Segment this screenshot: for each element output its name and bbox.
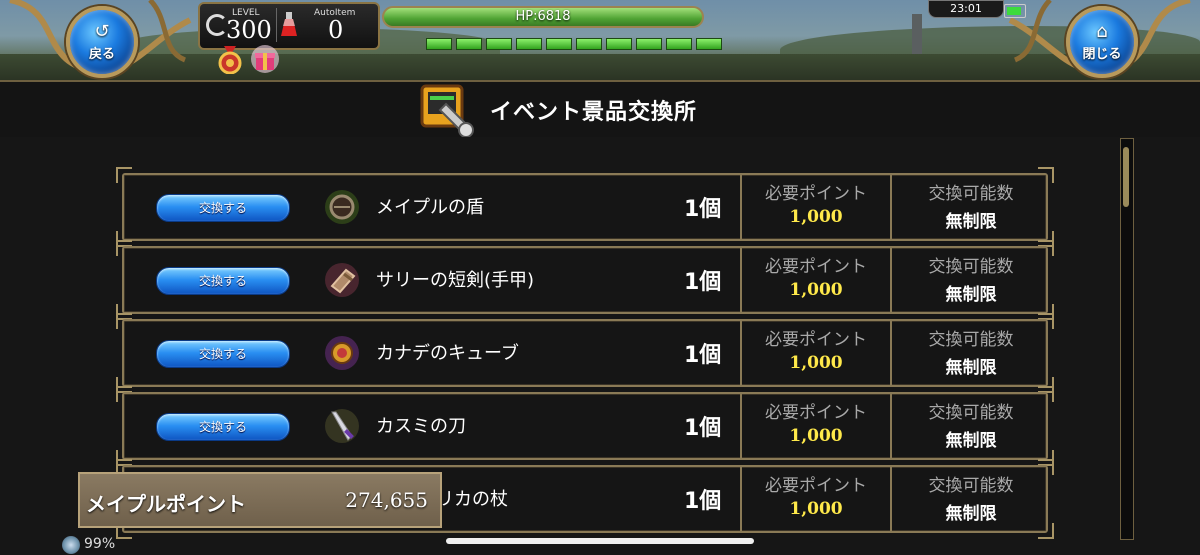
limit-cell: 交換可能数 無制限 <box>890 465 1050 533</box>
gauge-segment <box>516 38 542 50</box>
mp-segments <box>426 38 722 50</box>
limit-value: 無制限 <box>945 212 997 232</box>
top-hud: ↺ 戻る ⌂ 閉じる LEVEL 300 AutoItem 0 HP:6818 … <box>0 0 1200 80</box>
limit-value: 無制限 <box>945 358 997 378</box>
clock: 23:01 <box>928 0 1004 18</box>
limit-cell: 交換可能数 無制限 <box>890 173 1050 241</box>
hp-bar: HP:6818 <box>382 6 704 28</box>
percent-readout: 99% <box>84 536 116 552</box>
limit-value: 無制限 <box>945 285 997 305</box>
gauge-segment <box>606 38 632 50</box>
item-name: リカの杖 <box>436 489 508 510</box>
maple-points-label: メイプルポイント <box>86 492 246 516</box>
limit-header: 交換可能数 <box>928 403 1014 423</box>
item-name: カスミの刀 <box>376 416 466 437</box>
exchange-button[interactable]: 交換する <box>156 194 290 222</box>
scrollbar[interactable] <box>1120 138 1134 540</box>
stat-panel: LEVEL 300 AutoItem 0 <box>198 2 380 50</box>
gauge-segment <box>426 38 452 50</box>
divider <box>276 8 277 42</box>
medal-icon[interactable] <box>218 46 242 74</box>
limit-cell: 交換可能数 無制限 <box>890 392 1050 460</box>
limit-header: 交換可能数 <box>928 476 1014 496</box>
item-name: メイプルの盾 <box>376 197 484 218</box>
list-item: 交換する カスミの刀 1個 必要ポイント 1,000 交換可能数 無制限 <box>116 386 1054 466</box>
item-quantity: 1個 <box>684 489 722 514</box>
points-header: 必要ポイント <box>765 403 867 423</box>
close-button[interactable]: ⌂ 閉じる <box>1066 6 1138 78</box>
shield-icon <box>325 190 359 224</box>
back-button[interactable]: ↺ 戻る <box>66 6 138 78</box>
points-value: 1,000 <box>789 207 843 227</box>
autoitem-value: 0 <box>328 16 344 44</box>
list-item: 交換する カナデのキューブ 1個 必要ポイント 1,000 交換可能数 無制限 <box>116 313 1054 393</box>
item-quantity: 1個 <box>684 270 722 295</box>
points-value: 1,000 <box>789 499 843 519</box>
limit-header: 交換可能数 <box>928 184 1014 204</box>
exchange-button[interactable]: 交換する <box>156 267 290 295</box>
points-header: 必要ポイント <box>765 330 867 350</box>
exchange-shop-icon <box>420 84 474 138</box>
points-value: 1,000 <box>789 280 843 300</box>
gauge-segment <box>576 38 602 50</box>
points-cell: 必要ポイント 1,000 <box>740 465 890 533</box>
limit-header: 交換可能数 <box>928 330 1014 350</box>
points-value: 1,000 <box>789 353 843 373</box>
gauge-segment <box>456 38 482 50</box>
points-cell: 必要ポイント 1,000 <box>740 173 890 241</box>
limit-header: 交換可能数 <box>928 257 1014 277</box>
gauntlet-icon <box>325 263 359 297</box>
points-header: 必要ポイント <box>765 257 867 277</box>
gauge-segment <box>666 38 692 50</box>
points-header: 必要ポイント <box>765 476 867 496</box>
home-icon: ⌂ <box>1096 20 1108 42</box>
points-cell: 必要ポイント 1,000 <box>740 319 890 387</box>
level-icon <box>206 14 228 36</box>
exchange-button[interactable]: 交換する <box>156 340 290 368</box>
home-indicator[interactable] <box>446 538 754 544</box>
gauge-segment <box>546 38 572 50</box>
limit-cell: 交換可能数 無制限 <box>890 319 1050 387</box>
item-name: カナデのキューブ <box>376 343 519 364</box>
limit-value: 無制限 <box>945 504 997 524</box>
item-quantity: 1個 <box>684 416 722 441</box>
scrollbar-thumb[interactable] <box>1123 147 1129 207</box>
item-quantity: 1個 <box>684 343 722 368</box>
maple-points-box: メイプルポイント 274,655 <box>78 472 442 528</box>
gauge-segment <box>696 38 722 50</box>
limit-value: 無制限 <box>945 431 997 451</box>
back-button-label: 戻る <box>88 46 115 62</box>
progress-orb-icon <box>62 536 80 554</box>
exchange-button[interactable]: 交換する <box>156 413 290 441</box>
points-cell: 必要ポイント 1,000 <box>740 246 890 314</box>
level-value: 300 <box>226 16 272 44</box>
potion-icon <box>281 12 297 36</box>
item-name: サリーの短剣(手甲) <box>376 270 535 291</box>
katana-icon <box>325 409 359 443</box>
battery-icon <box>1004 4 1026 18</box>
maple-points-value: 274,655 <box>345 488 428 512</box>
limit-cell: 交換可能数 無制限 <box>890 246 1050 314</box>
back-arrow-icon: ↺ <box>94 20 110 42</box>
cube-icon <box>325 336 359 370</box>
list-item: 交換する メイプルの盾 1個 必要ポイント 1,000 交換可能数 無制限 <box>116 167 1054 247</box>
points-header: 必要ポイント <box>765 184 867 204</box>
item-quantity: 1個 <box>684 197 722 222</box>
points-cell: 必要ポイント 1,000 <box>740 392 890 460</box>
gauge-segment <box>636 38 662 50</box>
gauge-segment <box>486 38 512 50</box>
hp-gauge: HP:6818 <box>382 6 722 50</box>
close-button-label: 閉じる <box>1082 46 1122 62</box>
points-value: 1,000 <box>789 426 843 446</box>
page-title: イベント景品交換所 <box>490 100 698 125</box>
gift-icon[interactable] <box>250 44 280 74</box>
list-item: 交換する サリーの短剣(手甲) 1個 必要ポイント 1,000 交換可能数 無制… <box>116 240 1054 320</box>
